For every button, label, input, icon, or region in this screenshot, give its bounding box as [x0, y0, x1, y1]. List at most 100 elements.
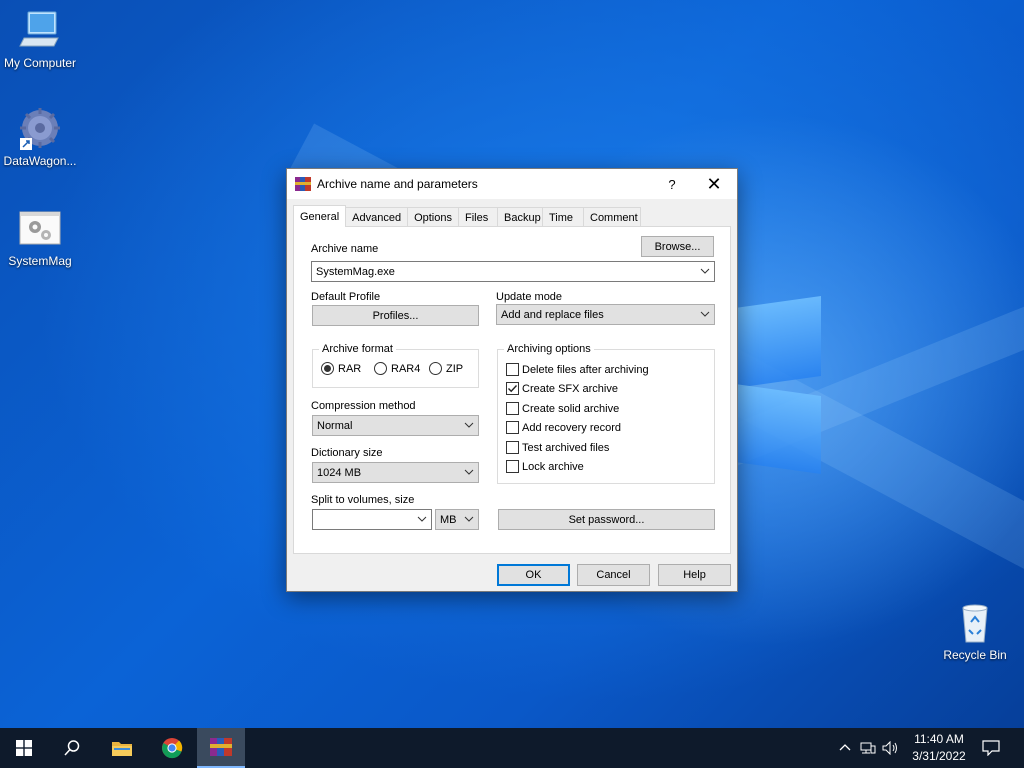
tab-backup[interactable]: Backup: [497, 207, 543, 227]
compression-method-select[interactable]: Normal: [312, 415, 479, 436]
winrar-icon: [210, 738, 232, 756]
tab-advanced[interactable]: Advanced: [345, 207, 409, 227]
browse-button[interactable]: Browse...: [641, 236, 714, 257]
speaker-icon[interactable]: [882, 741, 900, 755]
cancel-button[interactable]: Cancel: [577, 564, 650, 586]
chevron-down-icon: [417, 516, 427, 522]
network-icon[interactable]: [860, 741, 876, 755]
dialog-titlebar[interactable]: Archive name and parameters ? ✕: [287, 169, 737, 199]
checkbox-delete-files[interactable]: Delete files after archiving: [506, 363, 649, 376]
search-icon: [64, 740, 80, 756]
taskbar-chrome[interactable]: [148, 728, 196, 768]
clock-time: 11:40 AM: [914, 732, 964, 746]
chevron-up-icon[interactable]: [838, 741, 852, 755]
checkbox-create-sfx[interactable]: Create SFX archive: [506, 382, 618, 395]
dialog-title: Archive name and parameters: [317, 177, 478, 191]
split-size-combo[interactable]: [312, 509, 432, 530]
checkbox-box: [506, 460, 519, 473]
archive-format-title: Archive format: [319, 343, 396, 355]
dictionary-size-select[interactable]: 1024 MB: [312, 462, 479, 483]
taskbar-winrar[interactable]: [197, 728, 245, 768]
winrar-icon: [295, 176, 311, 192]
taskbar-search-button[interactable]: [48, 728, 96, 768]
dictionary-size-label: Dictionary size: [311, 447, 383, 459]
archive-name-label: Archive name: [311, 243, 379, 255]
tab-general[interactable]: General: [293, 205, 347, 227]
desktop-icon-label: Recycle Bin: [943, 648, 1007, 662]
desktop-icon-label: My Computer: [3, 56, 77, 70]
archiving-options-title: Archiving options: [504, 343, 594, 355]
windows-logo-wallpaper: [735, 290, 823, 475]
radio-dot: [429, 362, 442, 375]
radio-label: RAR4: [391, 362, 421, 375]
checkbox-label: Lock archive: [522, 460, 584, 473]
taskbar-file-explorer[interactable]: [98, 728, 146, 768]
close-button[interactable]: ✕: [691, 169, 737, 199]
tab-strip: General Advanced Options Files Backup Ti…: [293, 205, 641, 227]
archive-dialog: Archive name and parameters ? ✕ General …: [286, 168, 738, 592]
chevron-down-icon: [700, 311, 710, 317]
radio-rar4[interactable]: RAR4: [374, 362, 420, 375]
general-panel: Archive name Browse... SystemMag.exe Def…: [293, 226, 731, 554]
desktop-icon-datawagon[interactable]: DataWagon...: [0, 106, 80, 168]
desktop-icon-label: SystemMag: [8, 254, 72, 268]
checkbox-label: Add recovery record: [522, 421, 622, 434]
computer-icon: [18, 8, 62, 52]
checkbox-label: Create solid archive: [522, 402, 620, 415]
checkbox-label: Create SFX archive: [522, 382, 618, 395]
checkbox-label: Delete files after archiving: [522, 363, 649, 376]
tab-time[interactable]: Time: [542, 207, 584, 227]
update-mode-value: Add and replace files: [501, 308, 604, 321]
split-unit-select[interactable]: MB: [435, 509, 479, 530]
desktop-icon-label: DataWagon...: [3, 154, 77, 168]
checkbox-create-solid[interactable]: Create solid archive: [506, 402, 619, 415]
update-mode-select[interactable]: Add and replace files: [496, 304, 715, 325]
profiles-button[interactable]: Profiles...: [312, 305, 479, 326]
compression-method-value: Normal: [317, 419, 353, 432]
desktop-icon-recycle-bin[interactable]: Recycle Bin: [935, 600, 1015, 662]
desktop-icon-systemmag[interactable]: SystemMag: [0, 206, 80, 268]
gear-cluster-icon: [18, 106, 62, 150]
compression-method-label: Compression method: [311, 400, 416, 412]
chevron-down-icon: [464, 422, 474, 428]
checkbox-box: [506, 402, 519, 415]
chevron-down-icon: [464, 469, 474, 475]
update-mode-label: Update mode: [496, 291, 563, 303]
help-button[interactable]: Help: [658, 564, 731, 586]
chevron-down-icon: [464, 516, 474, 522]
checkbox-label: Test archived files: [522, 441, 610, 454]
split-volumes-label: Split to volumes, size: [311, 494, 415, 506]
tab-comment[interactable]: Comment: [583, 207, 641, 227]
checkbox-recovery-record[interactable]: Add recovery record: [506, 421, 621, 434]
radio-dot: [374, 362, 387, 375]
windows-start-icon: [16, 740, 32, 756]
title-help-button[interactable]: ?: [657, 169, 687, 199]
clock-date: 3/31/2022: [912, 749, 966, 763]
dictionary-size-value: 1024 MB: [317, 466, 362, 479]
folder-icon: [112, 742, 132, 756]
radio-label: RAR: [338, 362, 362, 375]
archive-name-combo[interactable]: SystemMag.exe: [311, 261, 715, 282]
tab-files[interactable]: Files: [458, 207, 498, 227]
setup-gears-icon: [18, 206, 62, 250]
checkbox-box: [506, 363, 519, 376]
set-password-button[interactable]: Set password...: [498, 509, 715, 530]
radio-rar[interactable]: RAR: [321, 362, 361, 375]
tab-options[interactable]: Options: [407, 207, 459, 227]
chevron-down-icon: [700, 268, 710, 274]
radio-zip[interactable]: ZIP: [429, 362, 463, 375]
archive-format-group: Archive format RAR RAR4 ZIP: [312, 343, 479, 388]
checkbox-box-checked: [506, 382, 519, 395]
archive-name-value: SystemMag.exe: [316, 265, 395, 278]
taskbar: 11:40 AM 3/31/2022: [0, 728, 1024, 768]
desktop-icon-my-computer[interactable]: My Computer: [0, 8, 80, 70]
system-tray: [838, 728, 900, 768]
checkbox-lock-archive[interactable]: Lock archive: [506, 460, 584, 473]
checkbox-test-files[interactable]: Test archived files: [506, 441, 609, 454]
ok-button[interactable]: OK: [497, 564, 570, 586]
radio-dot-selected: [321, 362, 334, 375]
action-center-button[interactable]: [968, 728, 1014, 768]
taskbar-clock[interactable]: 11:40 AM 3/31/2022: [906, 731, 972, 765]
start-button[interactable]: [0, 728, 48, 768]
radio-label: ZIP: [446, 362, 464, 375]
